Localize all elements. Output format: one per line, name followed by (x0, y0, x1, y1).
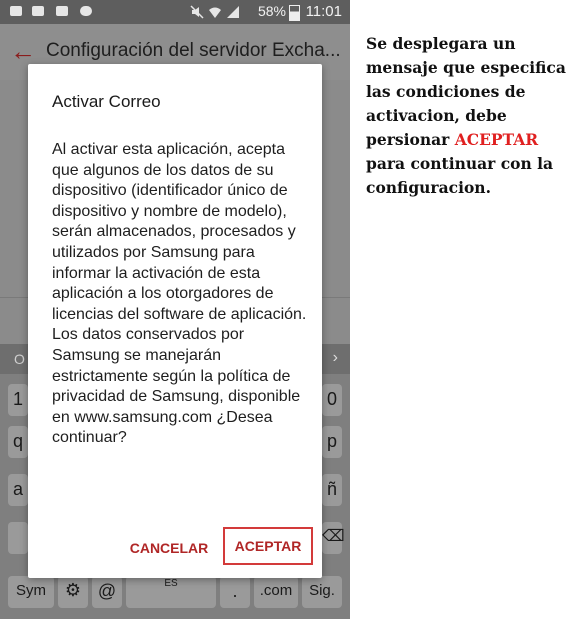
signal-icon (227, 6, 239, 18)
cancel-button[interactable]: CANCELAR (124, 534, 214, 562)
key-0[interactable]: 0 (322, 384, 342, 416)
key-dot[interactable]: . (220, 576, 250, 608)
key-q[interactable]: q (8, 426, 28, 458)
key-at[interactable]: @ (92, 576, 122, 608)
wifi-icon (209, 7, 221, 18)
accept-button[interactable]: ACEPTAR (223, 527, 313, 565)
back-arrow-icon[interactable]: ← (10, 38, 36, 64)
key-n-tilde[interactable]: ñ (322, 474, 342, 506)
notification-icon (10, 6, 22, 16)
keyboard-suggestion-partial: O (14, 351, 25, 367)
app-title: Configuración del servidor Excha... (46, 40, 341, 61)
key-space[interactable]: ES (126, 576, 216, 608)
mail-icon (56, 6, 68, 16)
key-next[interactable]: Sig. (302, 576, 342, 608)
image-icon (32, 6, 44, 16)
clock: 11:01 (305, 3, 342, 20)
cloud-icon (80, 6, 92, 16)
instruction-text: Se desplegara un mensaje que especifica … (366, 32, 576, 200)
key-dotcom[interactable]: .com (254, 576, 298, 608)
battery-percent: 58% (257, 3, 286, 19)
status-bar: 58% 11:01 (0, 0, 350, 24)
battery-icon (289, 5, 300, 21)
activation-dialog: Activar Correo Al activar esta aplicació… (28, 64, 322, 578)
key-shift[interactable] (8, 522, 28, 554)
dialog-title: Activar Correo (52, 92, 161, 111)
key-p[interactable]: p (322, 426, 342, 458)
instruction-accent: ACEPTAR (454, 130, 539, 149)
phone-screenshot: 58% 11:01 ← Configuración del servidor E… (0, 0, 350, 619)
key-backspace[interactable]: ⌫ (322, 522, 345, 554)
key-sym[interactable]: Sym (8, 576, 54, 608)
dialog-message: Al activar esta aplicación, acepta que a… (52, 141, 307, 447)
mute-icon (190, 5, 204, 19)
key-1[interactable]: 1 (8, 384, 28, 416)
instruction-text-after: para continuar con la configuracion. (366, 154, 554, 197)
chevron-right-icon[interactable]: › (333, 349, 338, 367)
gear-icon: ⚙ (64, 580, 82, 600)
key-settings[interactable]: ⚙ (58, 576, 88, 608)
key-a[interactable]: a (8, 474, 28, 506)
